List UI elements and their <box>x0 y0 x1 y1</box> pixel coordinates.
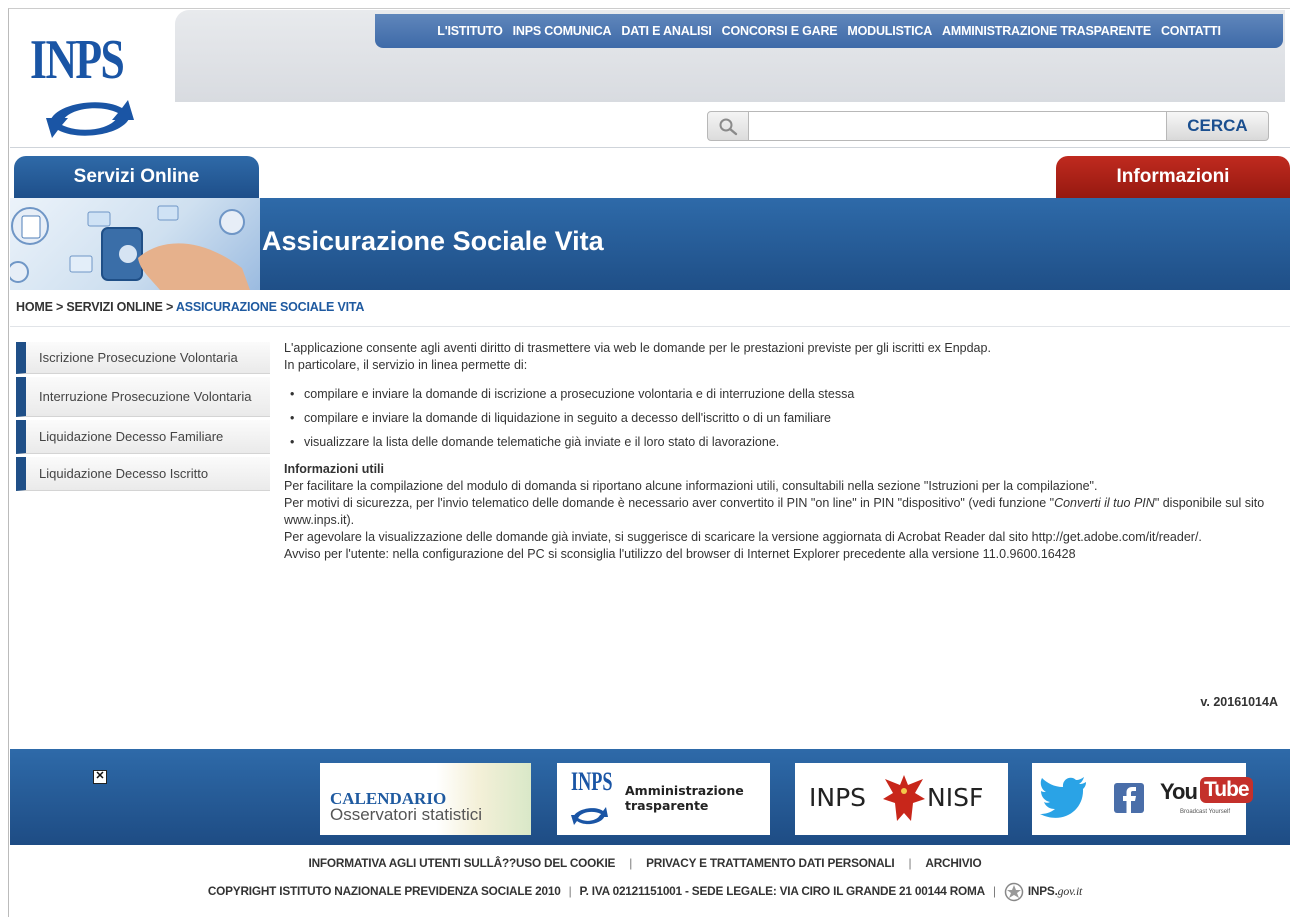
gov-text-b: gov.it <box>1057 884 1083 899</box>
breadcrumb-servizi-online[interactable]: SERVIZI ONLINE <box>66 300 162 314</box>
nav-inps-comunica[interactable]: INPS COMUNICA <box>508 24 617 38</box>
amm-text-line1: Amministrazione <box>625 783 744 798</box>
security-note: Per motivi di sicurezza, per l'invio tel… <box>284 495 1279 529</box>
nisf-text-inps: INPS <box>809 783 867 812</box>
intro-text-2: In particolare, il servizio in linea per… <box>284 358 528 372</box>
tab-servizi-online[interactable]: Servizi Online <box>14 156 259 198</box>
inps-nisf-banner[interactable]: INPS NISF <box>795 763 1008 835</box>
eagle-emblem-icon <box>883 775 925 821</box>
amministrazione-trasparente-banner[interactable]: INPS Amministrazione trasparente <box>557 763 770 835</box>
tab-informazioni[interactable]: Informazioni <box>1056 156 1290 198</box>
social-links-banner: You Tube Broadcast Yourself <box>1032 763 1253 835</box>
inps-gov-link[interactable]: INPS.gov.it <box>1028 884 1082 898</box>
sidebar-item-liquidazione-familiare[interactable]: Liquidazione Decesso Familiare <box>16 420 270 454</box>
nav-contatti[interactable]: CONTATTI <box>1156 24 1226 38</box>
gov-text-a: INPS. <box>1027 884 1058 899</box>
sidebar-item-iscrizione[interactable]: Iscrizione Prosecuzione Volontaria <box>16 342 270 374</box>
footer-link-archivio[interactable]: ARCHIVIO <box>925 856 981 870</box>
footer-separator: | <box>568 884 572 899</box>
nav-concorsi-e-gare[interactable]: CONCORSI E GARE <box>717 24 843 38</box>
footer-link-cookie[interactable]: INFORMATIVA AGLI UTENTI SULLÂ??USO DEL C… <box>309 856 616 870</box>
banner-illustration <box>10 198 260 290</box>
logo-wordmark: INPS <box>30 29 125 91</box>
converti-pin-link[interactable]: Converti il tuo PIN <box>1054 496 1155 510</box>
sidebar-menu: Iscrizione Prosecuzione Volontaria Inter… <box>16 342 270 494</box>
youtube-tube: Tube <box>1200 777 1253 803</box>
search-icon <box>719 118 738 136</box>
browser-notice: Avviso per l'utente: nella configurazion… <box>284 547 1076 561</box>
inps-arrows-icon <box>571 807 608 825</box>
calendario-subtitle: Osservatori statistici <box>330 805 483 824</box>
breadcrumb-home[interactable]: HOME <box>16 300 53 314</box>
page-title: Assicurazione Sociale Vita <box>262 226 604 256</box>
breadcrumb-separator: > <box>165 300 174 314</box>
italian-republic-emblem-icon <box>1004 882 1024 902</box>
feature-list: compilare e inviare la domande di iscriz… <box>290 386 1279 451</box>
youtube-you: You <box>1160 779 1198 804</box>
footer-separator: | <box>908 856 912 870</box>
breadcrumb-divider <box>10 326 1290 327</box>
version-label: v. 20161014A <box>1200 695 1278 709</box>
inps-logo[interactable]: INPS <box>10 10 175 146</box>
nav-dati-e-analisi[interactable]: DATI E ANALISI <box>616 24 716 38</box>
info-heading: Informazioni utili <box>284 462 384 476</box>
list-item: compilare e inviare la domande di iscriz… <box>290 386 1279 403</box>
nav-modulistica[interactable]: MODULISTICA <box>842 24 937 38</box>
list-item: compilare e inviare la domande di liquid… <box>290 410 1279 427</box>
acrobat-note: Per agevolare la visualizzazione delle d… <box>284 530 1202 544</box>
footer-copyright: COPYRIGHT ISTITUTO NAZIONALE PREVIDENZA … <box>0 882 1290 902</box>
nav-amministrazione-trasparente[interactable]: AMMINISTRAZIONE TRASPARENTE <box>937 24 1156 38</box>
youtube-tagline: Broadcast Yourself <box>1180 809 1231 815</box>
twitter-icon[interactable] <box>1040 777 1088 819</box>
main-content: L'applicazione consente agli aventi diri… <box>284 340 1279 563</box>
youtube-icon[interactable]: You Tube Broadcast Yourself <box>1160 777 1253 823</box>
search-button[interactable]: CERCA <box>1166 111 1269 141</box>
nav-istituto[interactable]: L'ISTITUTO <box>432 24 507 38</box>
facebook-icon[interactable] <box>1114 783 1144 813</box>
footer-separator: | <box>629 856 633 870</box>
top-navigation: L'ISTITUTO INPS COMUNICA DATI E ANALISI … <box>375 14 1283 48</box>
calendario-banner[interactable]: CALENDARIO Osservatori statistici <box>320 763 531 835</box>
security-text-a: Per motivi di sicurezza, per l'invio tel… <box>284 496 1055 510</box>
nisf-text-nisf: NISF <box>927 783 984 812</box>
amm-text-line2: trasparente <box>625 798 709 813</box>
footer-link-privacy[interactable]: PRIVACY E TRATTAMENTO DATI PERSONALI <box>646 856 895 870</box>
list-item: visualizzare la lista delle domande tele… <box>290 434 1279 451</box>
footer-links: INFORMATIVA AGLI UTENTI SULLÂ??USO DEL C… <box>0 856 1290 870</box>
info-text: Per facilitare la compilazione del modul… <box>284 479 1098 493</box>
logo-arrows-icon <box>46 100 134 138</box>
sidebar-item-liquidazione-iscritto[interactable]: Liquidazione Decesso Iscritto <box>16 457 270 491</box>
close-icon[interactable]: ✕ <box>93 770 107 784</box>
header-divider <box>10 147 1290 148</box>
amm-inps-logo: INPS <box>571 767 613 796</box>
breadcrumb-current: ASSICURAZIONE SOCIALE VITA <box>175 300 365 314</box>
footer-separator: | <box>992 884 996 899</box>
sidebar-item-interruzione[interactable]: Interruzione Prosecuzione Volontaria <box>16 377 270 417</box>
search-input[interactable] <box>749 111 1167 141</box>
breadcrumb-separator: > <box>55 300 64 314</box>
intro-text-1: L'applicazione consente agli aventi diri… <box>284 341 991 355</box>
amm-text: Amministrazione trasparente <box>625 783 744 813</box>
search-icon-button[interactable] <box>707 111 749 141</box>
breadcrumb: HOME > SERVIZI ONLINE > ASSICURAZIONE SO… <box>16 300 364 314</box>
piva-text: P. IVA 02121151001 - SEDE LEGALE: VIA CI… <box>579 884 985 899</box>
copyright-text: COPYRIGHT ISTITUTO NAZIONALE PREVIDENZA … <box>207 884 561 899</box>
